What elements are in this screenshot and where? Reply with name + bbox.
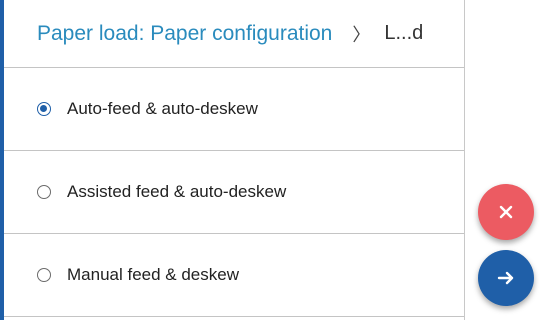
next-button[interactable]	[478, 250, 534, 306]
option-label: Assisted feed & auto-deskew	[67, 182, 287, 201]
page-title: Paper load: Paper configuration	[37, 21, 333, 45]
option-auto-feed[interactable]: Auto-feed & auto-deskew	[4, 68, 464, 151]
option-label: Manual feed & deskew	[67, 265, 239, 284]
arrow-right-icon	[497, 271, 514, 285]
option-manual-feed[interactable]: Manual feed & deskew	[4, 234, 464, 317]
radio-unselected-icon[interactable]	[37, 185, 51, 199]
options-panel: Paper load: Paper configuration 〉 L...d …	[4, 0, 465, 320]
breadcrumb: Paper load: Paper configuration 〉 L...d	[4, 0, 464, 68]
breadcrumb-separator-icon: 〉	[352, 24, 371, 45]
paper-config-screen: Paper load: Paper configuration 〉 L...d …	[0, 0, 540, 320]
breadcrumb-current[interactable]: L...d	[384, 22, 423, 45]
close-icon	[499, 205, 513, 219]
option-label: Auto-feed & auto-deskew	[67, 99, 258, 118]
radio-selected-icon[interactable]	[37, 102, 51, 116]
cancel-button[interactable]	[478, 184, 534, 240]
radio-unselected-icon[interactable]	[37, 268, 51, 282]
option-assisted-feed[interactable]: Assisted feed & auto-deskew	[4, 151, 464, 234]
